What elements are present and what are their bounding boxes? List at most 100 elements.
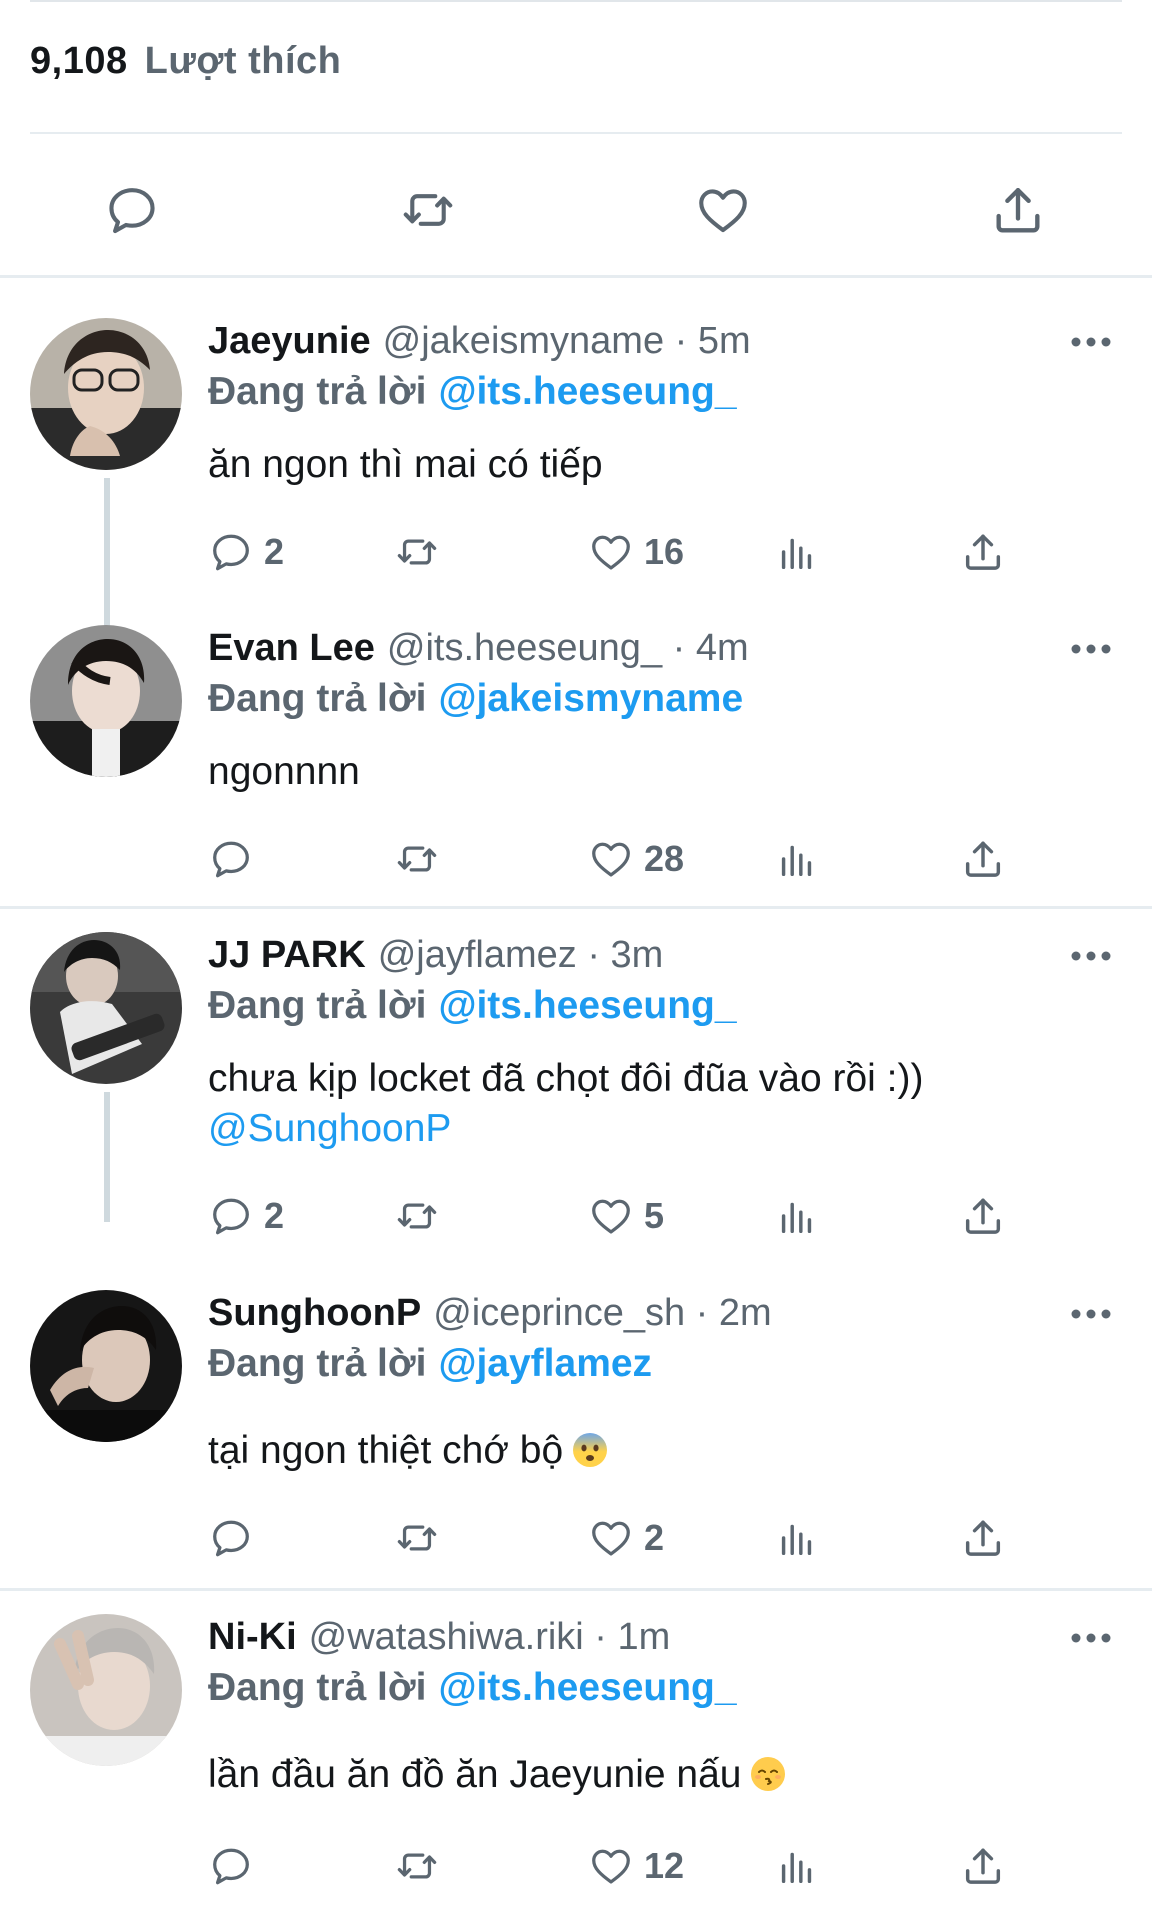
stats-icon <box>774 1193 820 1239</box>
retweet-button[interactable] <box>394 831 440 887</box>
stats-button[interactable] <box>774 1188 820 1244</box>
reply-button[interactable] <box>208 1838 264 1894</box>
like-icon <box>588 1193 634 1239</box>
reply-icon[interactable] <box>102 180 162 240</box>
display-name[interactable]: Ni-Ki <box>208 1616 297 1658</box>
like-button[interactable]: 12 <box>588 1838 684 1894</box>
section-divider <box>0 1588 1152 1591</box>
like-icon <box>588 1843 634 1889</box>
avatar[interactable] <box>30 318 182 470</box>
user-handle: @iceprince_sh · 2m <box>433 1292 772 1334</box>
stats-button[interactable] <box>774 524 820 580</box>
retweet-icon <box>394 1843 440 1889</box>
tweet-header: Evan Lee @its.heeseung_ · 4m <box>208 627 749 670</box>
share-icon <box>960 1515 1006 1561</box>
retweet-button[interactable] <box>394 1188 440 1244</box>
share-icon <box>960 1843 1006 1889</box>
share-icon[interactable] <box>988 180 1048 240</box>
like-count: 16 <box>644 531 685 572</box>
stats-button[interactable] <box>774 831 820 887</box>
replying-prefix: Đang trả lời <box>208 677 427 720</box>
tweet-header: Jaeyunie @jakeismyname · 5m <box>208 320 751 363</box>
share-button[interactable] <box>960 1838 1006 1894</box>
share-icon <box>960 529 1006 575</box>
more-options-icon[interactable] <box>1070 1632 1112 1644</box>
retweet-icon <box>394 836 440 882</box>
reply-button[interactable]: 2 <box>208 524 284 580</box>
reply-button[interactable] <box>208 1510 264 1566</box>
tweet-actions: 2 16 <box>208 524 1108 580</box>
kissing-face-emoji <box>751 1757 786 1791</box>
replying-prefix: Đang trả lời <box>208 1666 427 1709</box>
share-button[interactable] <box>960 1188 1006 1244</box>
thread-line <box>104 478 110 628</box>
reply-icon <box>208 529 254 575</box>
like-count: 5 <box>644 1195 665 1236</box>
replying-mention[interactable]: @jakeismyname <box>438 677 743 720</box>
like-count: 2 <box>644 1517 665 1558</box>
likes-label: Lượt thích <box>144 40 342 82</box>
fearful-face-emoji <box>573 1433 608 1467</box>
replying-mention[interactable]: @its.heeseung_ <box>438 370 736 413</box>
like-icon <box>588 529 634 575</box>
retweet-button[interactable] <box>394 524 440 580</box>
reply-icon <box>208 1843 254 1889</box>
like-button[interactable]: 5 <box>588 1188 664 1244</box>
more-options-icon[interactable] <box>1070 950 1112 962</box>
tweet-text-content: ăn ngon thì mai có tiếp <box>208 443 603 486</box>
retweet-button[interactable] <box>394 1838 440 1894</box>
like-icon[interactable] <box>693 180 753 240</box>
display-name[interactable]: Jaeyunie <box>208 320 371 362</box>
like-count: 28 <box>644 838 685 879</box>
stats-button[interactable] <box>774 1838 820 1894</box>
like-button[interactable]: 2 <box>588 1510 664 1566</box>
replying-mention[interactable]: @jayflamez <box>438 1342 652 1385</box>
tweet-text-content: ngonnnn <box>208 750 360 793</box>
replying-prefix: Đang trả lời <box>208 1342 427 1385</box>
more-options-icon[interactable] <box>1070 1308 1112 1320</box>
tweet-actions: 2 5 <box>208 1188 1108 1244</box>
stats-button[interactable] <box>774 1510 820 1566</box>
tweet-actions: 2 <box>208 1510 1108 1566</box>
avatar[interactable] <box>30 932 182 1084</box>
like-button[interactable]: 28 <box>588 831 684 887</box>
like-button[interactable]: 16 <box>588 524 684 580</box>
reply-count: 2 <box>264 1195 285 1236</box>
replying-to: Đang trả lời @its.heeseung_ <box>208 1666 737 1710</box>
display-name[interactable]: JJ PARK <box>208 934 366 976</box>
mention-link[interactable]: @SunghoonP <box>208 1104 923 1154</box>
replying-to: Đang trả lời @its.heeseung_ <box>208 984 737 1028</box>
more-options-icon[interactable] <box>1070 643 1112 655</box>
replying-mention[interactable]: @its.heeseung_ <box>438 984 736 1027</box>
display-name[interactable]: SunghoonP <box>208 1292 421 1334</box>
avatar[interactable] <box>30 625 182 777</box>
avatar[interactable] <box>30 1290 182 1442</box>
retweet-icon[interactable] <box>398 180 458 240</box>
user-handle: @its.heeseung_ · 4m <box>386 627 749 669</box>
share-button[interactable] <box>960 831 1006 887</box>
reply-button[interactable]: 2 <box>208 1188 284 1244</box>
divider <box>30 132 1122 134</box>
reply-count: 2 <box>264 531 285 572</box>
reply-button[interactable] <box>208 831 264 887</box>
more-options-icon[interactable] <box>1070 336 1112 348</box>
tweet-header: SunghoonP @iceprince_sh · 2m <box>208 1292 772 1335</box>
retweet-button[interactable] <box>394 1510 440 1566</box>
likes-summary[interactable]: 9,108 Lượt thích <box>30 40 341 83</box>
replying-to: Đang trả lời @jayflamez <box>208 1342 652 1386</box>
tweet-actions: 12 <box>208 1838 1108 1894</box>
section-divider <box>0 275 1152 278</box>
stats-icon <box>774 1843 820 1889</box>
tweet-header: JJ PARK @jayflamez · 3m <box>208 934 663 977</box>
share-button[interactable] <box>960 1510 1006 1566</box>
reply-icon <box>208 1193 254 1239</box>
replying-mention[interactable]: @its.heeseung_ <box>438 1666 736 1709</box>
tweet-text: lần đầu ăn đồ ăn Jaeyunie nấu <box>208 1750 787 1800</box>
reply-icon <box>208 1515 254 1561</box>
stats-icon <box>774 836 820 882</box>
share-button[interactable] <box>960 524 1006 580</box>
user-handle: @jayflamez · 3m <box>377 934 664 976</box>
reply-icon <box>208 836 254 882</box>
avatar[interactable] <box>30 1614 182 1766</box>
display-name[interactable]: Evan Lee <box>208 627 375 669</box>
